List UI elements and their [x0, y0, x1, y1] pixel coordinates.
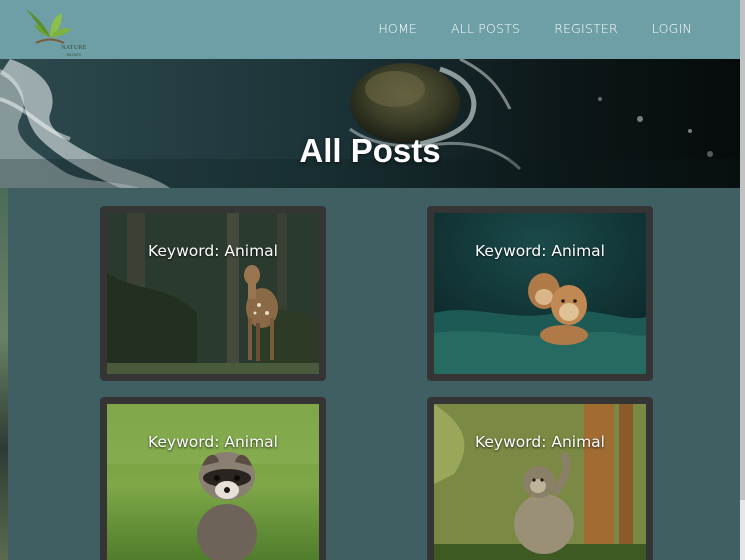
background-strip [0, 188, 8, 560]
nav-menu: HOME ALL POSTS REGISTER LOGIN [378, 21, 692, 36]
logo-subtext: BLOGS [67, 52, 81, 57]
post-keyword-label: Keyword: Animal [475, 433, 605, 451]
post-keyword-label: Keyword: Animal [475, 242, 605, 260]
lions-image [434, 213, 646, 374]
nav-register[interactable]: REGISTER [554, 21, 618, 36]
post-keyword-label: Keyword: Animal [148, 433, 278, 451]
post-image-monkey[interactable]: Keyword: Animal [434, 404, 646, 560]
navbar: NATURE BLOGS HOME ALL POSTS REGISTER LOG… [0, 0, 745, 59]
nav-home[interactable]: HOME [378, 21, 417, 36]
nav-login[interactable]: LOGIN [652, 21, 692, 36]
scrollbar-thumb[interactable] [740, 0, 745, 500]
post-card-deer[interactable]: Keyword: Animal [100, 206, 326, 381]
post-image-lions[interactable]: Keyword: Animal [434, 213, 646, 374]
logo-text: NATURE [61, 45, 87, 51]
scrollbar[interactable] [740, 0, 745, 560]
post-card-raccoon[interactable]: Keyword: Animal [100, 397, 326, 560]
post-card-lions[interactable]: Keyword: Animal [427, 206, 653, 381]
post-image-raccoon[interactable]: Keyword: Animal [107, 404, 319, 560]
raccoon-image [107, 404, 319, 560]
page-title: All Posts [299, 132, 441, 169]
post-image-deer[interactable]: Keyword: Animal [107, 213, 319, 374]
nav-all-posts[interactable]: ALL POSTS [451, 21, 520, 36]
posts-grid: Keyword: Animal Keyword: Animal Keyword:… [8, 188, 740, 560]
logo[interactable]: NATURE BLOGS [22, 3, 86, 57]
monkey-image [434, 404, 646, 560]
post-keyword-label: Keyword: Animal [148, 242, 278, 260]
hero-banner: All Posts [0, 59, 740, 188]
deer-image [107, 213, 319, 374]
post-card-monkey[interactable]: Keyword: Animal [427, 397, 653, 560]
